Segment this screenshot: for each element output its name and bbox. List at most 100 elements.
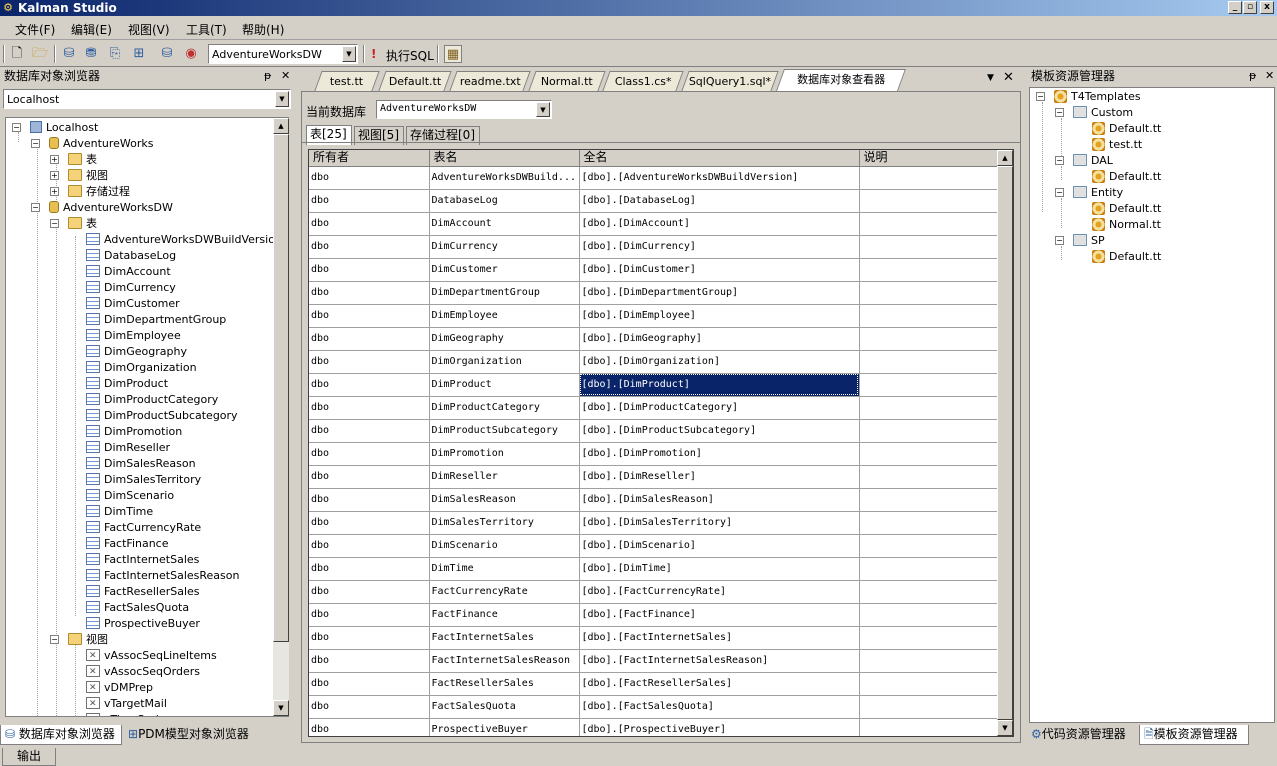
table-row[interactable]: dbo DimOrganization [dbo].[DimOrganization… [309, 350, 999, 374]
grid-cell[interactable]: dbo [309, 603, 430, 627]
grid-cell[interactable]: [dbo].[DimGeography] [579, 327, 860, 351]
tree-node-template[interactable]: Default.tt [1092, 201, 1161, 217]
grid-cell[interactable]: dbo [309, 672, 430, 696]
chevron-down-icon[interactable]: ▼ [536, 102, 550, 117]
grid-cell[interactable]: dbo [309, 695, 430, 719]
grid-cell[interactable] [859, 603, 999, 627]
tree-node-table[interactable]: DimGeography [86, 344, 187, 360]
tree-node-table[interactable]: AdventureWorksDWBuildVersion [86, 232, 282, 248]
grid-cell[interactable]: AdventureWorksDWBuild... [429, 166, 580, 190]
open-folder-icon[interactable]: 🗁 [31, 45, 49, 63]
tree-node-table[interactable]: DimEmployee [86, 328, 181, 344]
grid-cell[interactable]: ProspectiveBuyer [429, 718, 580, 736]
grid-cell[interactable]: dbo [309, 166, 430, 190]
tree-node-view[interactable]: vTimeSeries [86, 712, 171, 716]
grid-cell[interactable]: DimSalesTerritory [429, 511, 580, 535]
tree-node-view[interactable]: vTargetMail [86, 696, 167, 712]
grid-cell[interactable] [859, 419, 999, 443]
scroll-thumb[interactable] [997, 166, 1013, 720]
grid-cell[interactable]: [dbo].[DimCustomer] [579, 258, 860, 282]
grid-cell[interactable]: FactResellerSales [429, 672, 580, 696]
grid-cell[interactable]: [dbo].[FactFinance] [579, 603, 860, 627]
table-row[interactable]: dbo DimSalesReason [dbo].[DimSalesReason] [309, 488, 999, 512]
grid-cell[interactable]: DimOrganization [429, 350, 580, 374]
table-row[interactable]: dbo FactResellerSales [dbo].[FactResellerS… [309, 672, 999, 696]
grid-cell[interactable]: DimGeography [429, 327, 580, 351]
grid-cell[interactable]: DimDepartmentGroup [429, 281, 580, 305]
grid-cell[interactable]: [dbo].[DimSalesTerritory] [579, 511, 860, 535]
tree-node-template[interactable]: Default.tt [1092, 169, 1161, 185]
grid-cell[interactable]: [dbo].[FactCurrencyRate] [579, 580, 860, 604]
collapse-icon[interactable]: − [31, 139, 40, 148]
collapse-icon[interactable]: − [31, 203, 40, 212]
table-row[interactable]: dbo DimProduct [dbo].[DimProduct] [309, 373, 999, 397]
grid-cell[interactable]: [dbo].[DimProductSubcategory] [579, 419, 860, 443]
grid-cell[interactable]: DimReseller [429, 465, 580, 489]
grid-cell[interactable]: [dbo].[DimProduct] [579, 373, 860, 397]
grid-cell[interactable] [859, 212, 999, 236]
disconnect-icon[interactable]: ⛃ [82, 45, 100, 63]
doc-tab[interactable]: Class1.cs* [602, 71, 684, 91]
grid-cell[interactable] [859, 649, 999, 673]
scroll-down-icon[interactable]: ▼ [997, 720, 1013, 736]
collapse-icon[interactable]: − [1055, 156, 1064, 165]
table-row[interactable]: dbo DimAccount [dbo].[DimAccount] [309, 212, 999, 236]
database-select[interactable]: AdventureWorksDW ▼ [208, 44, 358, 64]
tree-node-table[interactable]: ProspectiveBuyer [86, 616, 200, 632]
grid-cell[interactable]: [dbo].[DimAccount] [579, 212, 860, 236]
grid-cell[interactable]: [dbo].[DimReseller] [579, 465, 860, 489]
grid-cell[interactable]: DimTime [429, 557, 580, 581]
tree-node-table[interactable]: DimSalesTerritory [86, 472, 201, 488]
grid-cell[interactable] [859, 350, 999, 374]
grid-cell[interactable]: dbo [309, 327, 430, 351]
grid-cell[interactable]: [dbo].[DimProductCategory] [579, 396, 860, 420]
menu-edit[interactable]: 编辑(E) [71, 21, 112, 38]
grid-cell[interactable] [859, 465, 999, 489]
grid-cell[interactable]: dbo [309, 649, 430, 673]
doc-tab[interactable]: Default.tt [378, 71, 452, 91]
grid-cell[interactable]: FactInternetSalesReason [429, 649, 580, 673]
tree-node-table[interactable]: DimProductSubcategory [86, 408, 238, 424]
grid-cell[interactable]: dbo [309, 396, 430, 420]
grid-cell[interactable] [859, 557, 999, 581]
close-button[interactable]: x [1260, 1, 1274, 14]
grid-cell[interactable]: [dbo].[DimSalesReason] [579, 488, 860, 512]
table-row[interactable]: dbo DimGeography [dbo].[DimGeography] [309, 327, 999, 351]
doc-tab[interactable]: SqlQuery1.sql* [681, 71, 779, 91]
tree-node-table[interactable]: DimReseller [86, 440, 170, 456]
tree-node-view[interactable]: vDMPrep [86, 680, 153, 696]
table-row[interactable]: dbo DimTime [dbo].[DimTime] [309, 557, 999, 581]
scroll-down-icon[interactable]: ▼ [273, 700, 289, 716]
grid-cell[interactable]: dbo [309, 419, 430, 443]
grid-cell[interactable]: dbo [309, 189, 430, 213]
close-icon[interactable]: ✕ [281, 67, 290, 85]
collapse-icon[interactable]: − [1055, 108, 1064, 117]
execute-sql-button[interactable]: 执行SQL [386, 47, 434, 64]
menu-view[interactable]: 视图(V) [128, 21, 170, 38]
grid-cell[interactable]: DimProductSubcategory [429, 419, 580, 443]
table-row[interactable]: dbo DimEmployee [dbo].[DimEmployee] [309, 304, 999, 328]
current-db-select[interactable]: AdventureWorksDW ▼ [376, 100, 552, 119]
collapse-icon[interactable]: − [50, 219, 59, 228]
table-row[interactable]: dbo DimSalesTerritory [dbo].[DimSalesTerri… [309, 511, 999, 535]
grid-cell[interactable]: FactInternetSales [429, 626, 580, 650]
grid-cell[interactable] [859, 258, 999, 282]
table-row[interactable]: dbo FactFinance [dbo].[FactFinance] [309, 603, 999, 627]
tab-database-browser[interactable]: ⛁ 数据库对象浏览器 [0, 725, 122, 745]
grid-cell[interactable]: dbo [309, 304, 430, 328]
grid-cell[interactable]: DimAccount [429, 212, 580, 236]
grid-cell[interactable]: dbo [309, 488, 430, 512]
grid-cell[interactable]: dbo [309, 350, 430, 374]
grid-cell[interactable] [859, 166, 999, 190]
tree-node-table[interactable]: FactInternetSalesReason [86, 568, 239, 584]
grid-cell[interactable] [859, 626, 999, 650]
tree-scrollbar[interactable]: ▲ ▼ [273, 118, 289, 716]
tree-node-table[interactable]: DimCurrency [86, 280, 176, 296]
grid-cell[interactable]: [dbo].[DimDepartmentGroup] [579, 281, 860, 305]
grid-cell[interactable] [859, 235, 999, 259]
table-row[interactable]: dbo DimProductSubcategory [dbo].[DimProduc… [309, 419, 999, 443]
grid-cell[interactable]: DimPromotion [429, 442, 580, 466]
grid-cell[interactable]: [dbo].[DimEmployee] [579, 304, 860, 328]
grid-cell[interactable] [859, 695, 999, 719]
grid-cell[interactable] [859, 511, 999, 535]
